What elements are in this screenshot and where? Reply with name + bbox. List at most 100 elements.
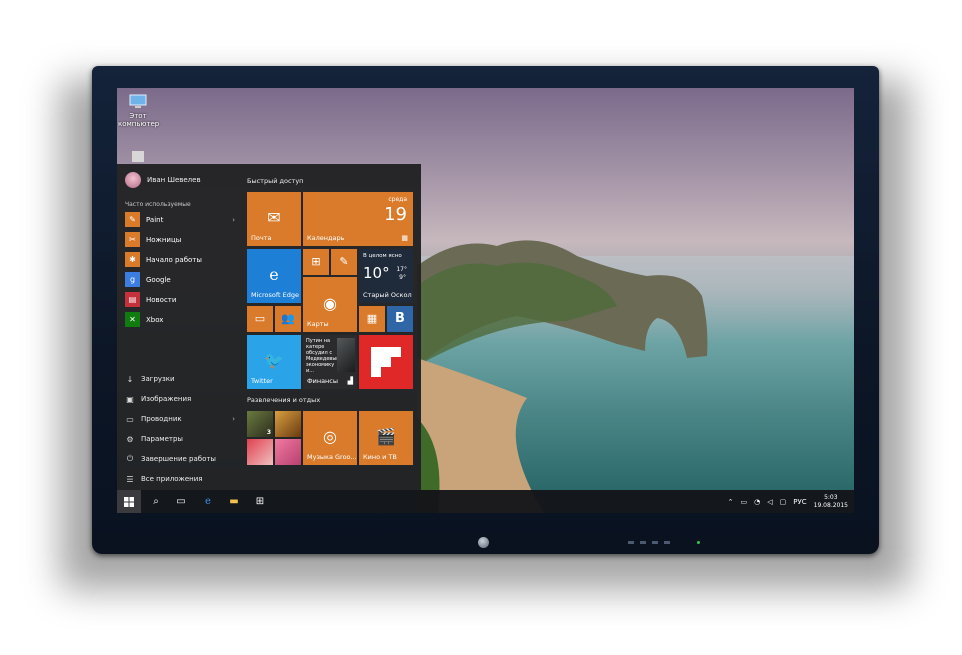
- avatar: [125, 172, 141, 188]
- desktop-icon-this-pc[interactable]: Этот компьютер: [118, 94, 160, 128]
- power-led: [697, 541, 700, 544]
- tile-label: Почта: [251, 234, 272, 242]
- language-indicator[interactable]: РУС: [793, 498, 806, 506]
- weather-temp: 10°: [363, 264, 390, 282]
- power-icon: ⏻: [126, 454, 134, 463]
- tile-finance[interactable]: Путин на катере обсудил с Медведевым эко…: [303, 335, 357, 389]
- scissors-icon: ✂: [125, 232, 140, 247]
- clock-time: 5:03: [824, 493, 838, 501]
- chevron-right-icon[interactable]: ›: [232, 415, 235, 423]
- calendar-icon: ▦: [401, 234, 408, 242]
- clock[interactable]: 5:03 19.08.2015: [814, 494, 848, 510]
- app-paint[interactable]: ✎ Paint ›: [125, 211, 235, 228]
- tile-store[interactable]: ⊞: [303, 249, 329, 275]
- sys-pictures[interactable]: ▣ Изображения: [125, 392, 235, 406]
- chevron-up-icon[interactable]: ⌃: [728, 498, 734, 506]
- search-button[interactable]: ⌕: [144, 490, 168, 513]
- gear-icon: ⚙: [126, 434, 134, 444]
- tile-onenote[interactable]: ✎: [331, 249, 357, 275]
- folder-icon: ▬: [229, 496, 239, 507]
- mail-icon: ✉: [267, 208, 281, 228]
- battery-icon[interactable]: ▭: [741, 498, 748, 506]
- store-taskbar-button[interactable]: ⊞: [248, 490, 272, 513]
- screen: Этот компьютер Иван Шевелев Часто исполь…: [117, 88, 854, 513]
- tile-game-1[interactable]: 3: [247, 411, 273, 437]
- tile-weather[interactable]: В целом ясно 10° 17° 9° Старый Оскол: [359, 249, 413, 303]
- taskbar: ⌕ ▭ e ▬ ⊞ ⌃ ▭ ◔ ◁ ▢ РУС 5:03 19.08.2015: [117, 490, 854, 513]
- chart-icon: ▟: [347, 377, 353, 385]
- sys-downloads[interactable]: ↓ Загрузки: [125, 372, 235, 386]
- edge-taskbar-button[interactable]: e: [196, 490, 220, 513]
- finance-headline: Путин на катере обсудил с Медведевым эко…: [306, 338, 341, 374]
- desktop-icon-label: Этот компьютер: [118, 112, 160, 128]
- weather-desc: В целом ясно: [363, 253, 402, 259]
- tile-twitter[interactable]: 🐦 Twitter: [247, 335, 301, 389]
- xbox-icon: ✕: [125, 312, 140, 327]
- app-news[interactable]: ▤ Новости: [125, 291, 235, 308]
- sys-label: Завершение работы: [141, 455, 216, 463]
- tile-label: Календарь: [307, 234, 345, 242]
- start-menu: Иван Шевелев Часто используемые ✎ Paint …: [117, 164, 421, 490]
- power-button[interactable]: [478, 537, 489, 548]
- calendar-day-name: среда: [388, 196, 407, 203]
- camera-icon: ◉: [323, 293, 337, 313]
- start-button[interactable]: [117, 490, 141, 513]
- game-badge: 3: [266, 429, 271, 436]
- notifications-icon[interactable]: ▢: [780, 498, 787, 506]
- tile-calendar[interactable]: среда 19 Календарь ▦: [303, 192, 413, 246]
- tile-music[interactable]: ◎ Музыка Groo...: [303, 411, 357, 465]
- tile-people[interactable]: 👥: [275, 306, 301, 332]
- tile-camera[interactable]: ◉ Карты: [303, 277, 357, 332]
- tile-label: Кино и ТВ: [363, 453, 397, 461]
- task-view-button[interactable]: ▭: [169, 490, 193, 513]
- tile-edge[interactable]: e Microsoft Edge: [247, 249, 301, 303]
- tile-flipboard[interactable]: [359, 335, 413, 389]
- tile-label: Финансы: [307, 377, 339, 385]
- edge-icon: e: [205, 496, 211, 507]
- volume-icon[interactable]: ◁: [767, 498, 772, 506]
- lightbulb-icon: ✱: [125, 252, 140, 267]
- wifi-icon[interactable]: ◔: [754, 498, 760, 506]
- user-account[interactable]: Иван Шевелев: [125, 172, 201, 188]
- tile-game-2[interactable]: [275, 411, 301, 437]
- app-label: Новости: [146, 295, 177, 304]
- flipboard-icon: [371, 347, 401, 377]
- tile-vk[interactable]: В: [387, 306, 413, 332]
- entertainment-label: Развлечения и отдых: [247, 396, 321, 404]
- sys-explorer[interactable]: ▭ Проводник ›: [125, 412, 235, 426]
- windows-icon: [124, 496, 134, 507]
- tile-devices[interactable]: ▭: [247, 306, 273, 332]
- app-label: Ножницы: [146, 235, 182, 244]
- tile-mail[interactable]: ✉ Почта: [247, 192, 301, 246]
- store-icon: ⊞: [255, 496, 265, 507]
- desktop-icon-recycle-bin[interactable]: [118, 150, 158, 164]
- sys-label: Изображения: [141, 395, 192, 403]
- chevron-right-icon[interactable]: ›: [232, 216, 235, 224]
- app-label: Paint: [146, 215, 164, 224]
- tile-game-3[interactable]: [247, 439, 273, 465]
- explorer-taskbar-button[interactable]: ▬: [222, 490, 246, 513]
- task-view-icon: ▭: [176, 496, 186, 507]
- tile-calculator[interactable]: ▦: [359, 306, 385, 332]
- tile-label: Старый Оскол: [363, 291, 412, 299]
- app-label: Начало работы: [146, 255, 202, 264]
- tile-movies[interactable]: 🎬 Кино и ТВ: [359, 411, 413, 465]
- app-xbox[interactable]: ✕ Xbox: [125, 311, 235, 328]
- sys-settings[interactable]: ⚙ Параметры: [125, 432, 235, 446]
- recycle-bin-icon: [132, 151, 144, 162]
- sys-label: Загрузки: [141, 375, 175, 383]
- tile-game-4[interactable]: [275, 439, 301, 465]
- app-get-started[interactable]: ✱ Начало работы: [125, 251, 235, 268]
- sys-label: Все приложения: [141, 475, 203, 483]
- tile-label: Twitter: [251, 377, 273, 385]
- app-google[interactable]: g Google: [125, 271, 235, 288]
- quick-access-label: Быстрый доступ: [247, 177, 304, 185]
- download-icon: ↓: [126, 374, 134, 384]
- tile-label: Музыка Groo...: [307, 453, 357, 461]
- pictures-icon: ▣: [126, 394, 134, 404]
- sys-all-apps[interactable]: ☰ Все приложения: [125, 472, 235, 486]
- calculator-icon: ▦: [366, 312, 378, 325]
- sys-power[interactable]: ⏻ Завершение работы: [125, 452, 235, 466]
- computer-icon: [129, 94, 147, 108]
- app-scissors[interactable]: ✂ Ножницы: [125, 231, 235, 248]
